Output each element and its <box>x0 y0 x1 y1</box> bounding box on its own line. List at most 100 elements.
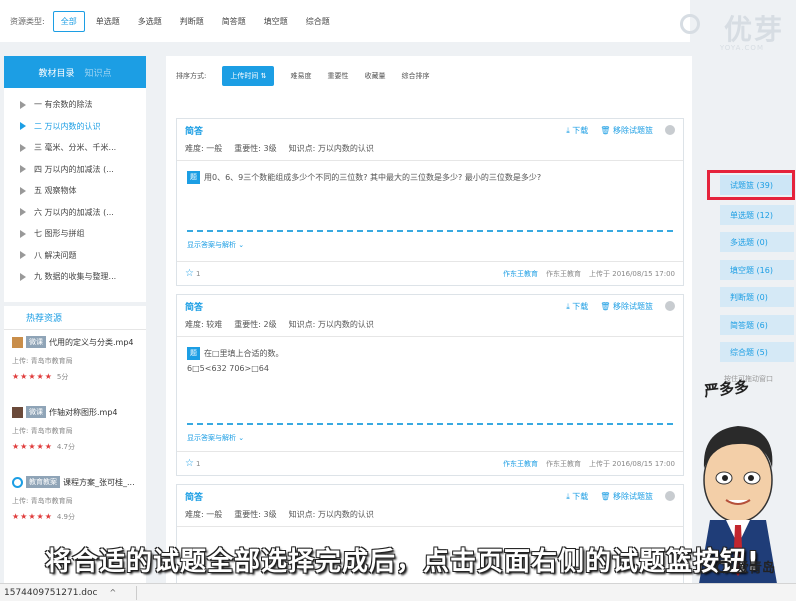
resource-badge: 微课 <box>26 336 46 348</box>
basket-comprehensive[interactable]: 综合题 (5) <box>720 342 794 362</box>
download-button[interactable]: ⤓ 下载 <box>566 301 588 312</box>
basket-multi-choice[interactable]: 多选题 (0) <box>720 232 794 252</box>
list-item[interactable]: 微课 作轴对称图形.mp4 上传: 青岛市教育局 ★★★★★ 4.7分 <box>4 400 146 470</box>
triangle-right-icon <box>20 251 26 260</box>
download-button[interactable]: ⤓ 下载 <box>566 125 588 136</box>
rating-stars: ★★★★★ <box>12 512 53 521</box>
wechat-icon <box>716 560 732 573</box>
question-type: 简答 <box>185 492 204 503</box>
question-icon: 题 <box>187 347 200 360</box>
basket-short-answer[interactable]: 简答题 (6) <box>720 315 794 335</box>
divider <box>136 585 138 600</box>
remove-basket-button[interactable]: 🗑 移除试题篮 <box>600 301 653 312</box>
star-icon[interactable]: ☆ <box>185 458 194 469</box>
filter-multi-choice[interactable]: 多选题 <box>131 12 169 31</box>
answer-divider <box>187 230 673 232</box>
question-card: 简答 ⤓ 下载 🗑 移除试题篮 难度: 较难 重要性: 2级 知识点: 万以内数的认… <box>176 294 684 476</box>
catalog-item[interactable]: 三 毫米、分米、千米... <box>4 137 146 159</box>
filter-comprehensive[interactable]: 综合题 <box>299 12 337 31</box>
show-answer-link[interactable]: 显示答案与解析 ⌄ <box>187 433 244 443</box>
watermark-logo: 优芽 <box>723 13 784 46</box>
catalog-item[interactable]: 一 有余数的除法 <box>4 94 146 116</box>
info-icon[interactable] <box>665 301 675 311</box>
rating-score: 4.7分 <box>56 443 75 451</box>
author-org: 作东王教育 <box>546 459 582 468</box>
info-icon[interactable] <box>665 125 675 135</box>
filter-judgement[interactable]: 判断题 <box>173 12 211 31</box>
catalog-tabs: 教材目录 知识点 <box>4 56 146 88</box>
catalog-item[interactable]: 八 解决问题 <box>4 245 146 267</box>
triangle-right-icon <box>20 100 26 109</box>
question-footer: ☆ 1 作东王教育 作东王教育 上传于 2016/08/15 17:00 <box>177 261 683 285</box>
hot-resources-title: 热荐资源 <box>4 306 146 330</box>
download-button[interactable]: ⤓ 下载 <box>566 491 588 502</box>
list-item[interactable]: 教育教案 课程方案_张可桂_... 上传: 青岛市教育局 ★★★★★ 4.9分 <box>4 470 146 540</box>
question-body: 题用0、6、9三个数能组成多少个不同的三位数? 其中最大的三位数是多少? 最小的… <box>177 161 683 184</box>
show-answer-link[interactable]: 显示答案与解析 ⌄ <box>187 240 244 250</box>
list-item[interactable]: 微课 代用的定义与分类.mp4 上传: 青岛市教育局 ★★★★★ 5分 <box>4 330 146 400</box>
highlight-box <box>707 170 795 200</box>
question-meta: 难度: 一般 重要性: 3级 知识点: 万以内数的认识 <box>177 141 683 161</box>
browser-download-bar: 1574409751271.doc ^ <box>0 583 796 601</box>
sort-label: 排序方式: <box>176 72 207 80</box>
question-type: 简答 <box>185 126 204 137</box>
sort-comprehensive[interactable]: 综合排序 <box>401 71 429 81</box>
remove-basket-button[interactable]: 🗑 移除试题篮 <box>600 125 653 136</box>
catalog-item[interactable]: 四 万以内的加减法 (... <box>4 159 146 181</box>
triangle-right-icon <box>20 143 26 152</box>
upload-time: 上传于 2016/08/15 17:00 <box>589 459 675 468</box>
resource-uploader: 上传: 青岛市教育局 <box>12 357 73 365</box>
author[interactable]: 作东王教育 <box>503 269 538 279</box>
triangle-right-icon <box>20 229 26 238</box>
catalog-item[interactable]: 九 数据的收集与整理... <box>4 266 146 288</box>
resource-uploader: 上传: 青岛市教育局 <box>12 497 73 505</box>
question-meta: 难度: 一般 重要性: 3级 知识点: 万以内数的认识 <box>177 507 683 527</box>
triangle-right-icon <box>20 165 26 174</box>
rating-stars: ★★★★★ <box>12 442 53 451</box>
filter-single-choice[interactable]: 单选题 <box>89 12 127 31</box>
chevron-up-icon[interactable]: ^ <box>109 588 116 597</box>
star-icon[interactable]: ☆ <box>185 268 194 279</box>
rating-score: 4.9分 <box>56 513 75 521</box>
download-file[interactable]: 1574409751271.doc <box>4 588 97 598</box>
sort-importance[interactable]: 重要性 <box>327 71 348 81</box>
triangle-right-icon <box>20 272 26 281</box>
question-body: 题在□里填上合适的数。 6□5<632 706>□64 <box>177 337 683 373</box>
catalog-item[interactable]: 七 图形与拼组 <box>4 223 146 245</box>
tab-textbook-catalog[interactable]: 教材目录 <box>38 66 74 79</box>
filter-all[interactable]: 全部 <box>52 10 85 32</box>
question-text: 在□里填上合适的数。 <box>204 349 284 358</box>
resource-name[interactable]: 代用的定义与分类.mp4 <box>49 337 134 348</box>
question-meta: 难度: 较难 重要性: 2级 知识点: 万以内数的认识 <box>177 317 683 337</box>
upload-time: 上传于 2016/08/15 17:00 <box>589 269 675 278</box>
resource-type-filter: 资源类型: 全部 单选题 多选题 判断题 简答题 填空题 综合题 <box>0 0 690 42</box>
info-icon[interactable] <box>665 491 675 501</box>
resource-name[interactable]: 作轴对称图形.mp4 <box>49 407 118 418</box>
question-card: 简答 ⤓ 下载 🗑 移除试题篮 难度: 一般 重要性: 3级 知识点: 万以内数的认… <box>176 118 684 286</box>
sort-difficulty[interactable]: 难易度 <box>290 71 311 81</box>
question-panel: 排序方式: 上传时间 ⇅ 难易度 重要性 收藏量 综合排序 简答 ⤓ 下载 🗑 … <box>166 56 692 601</box>
sort-upload-time-button[interactable]: 上传时间 ⇅ <box>222 66 275 86</box>
author[interactable]: 作东王教育 <box>503 459 538 469</box>
resource-uploader: 上传: 青岛市教育局 <box>12 427 73 435</box>
sort-favorites[interactable]: 收藏量 <box>364 71 385 81</box>
remove-basket-button[interactable]: 🗑 移除试题篮 <box>600 491 653 502</box>
tab-knowledge-points[interactable]: 知识点 <box>85 66 112 79</box>
question-footer: ☆ 1 作东王教育 作东王教育 上传于 2016/08/15 17:00 <box>177 451 683 475</box>
catalog-item-active[interactable]: 二 万以内数的认识 <box>4 116 146 138</box>
filter-fill-blank[interactable]: 填空题 <box>257 12 295 31</box>
author-org: 作东王教育 <box>546 269 582 278</box>
resource-name[interactable]: 课程方案_张可桂_... <box>63 477 135 488</box>
filter-short-answer[interactable]: 简答题 <box>215 12 253 31</box>
logo-icon <box>680 14 700 34</box>
basket-single-choice[interactable]: 单选题 (12) <box>720 205 794 225</box>
brand-watermark: 优芽 YOYA.COM <box>668 8 788 52</box>
watermark-sub: YOYA.COM <box>719 44 764 52</box>
basket-judgement[interactable]: 判断题 (0) <box>720 287 794 307</box>
basket-fill-blank[interactable]: 填空题 (16) <box>720 260 794 280</box>
answer-divider <box>187 423 673 425</box>
bottom-watermark: 爱青岛 <box>716 557 775 576</box>
catalog-item[interactable]: 五 观察物体 <box>4 180 146 202</box>
sort-bar: 排序方式: 上传时间 ⇅ 难易度 重要性 收藏量 综合排序 <box>166 56 692 96</box>
catalog-item[interactable]: 六 万以内的加减法 (... <box>4 202 146 224</box>
